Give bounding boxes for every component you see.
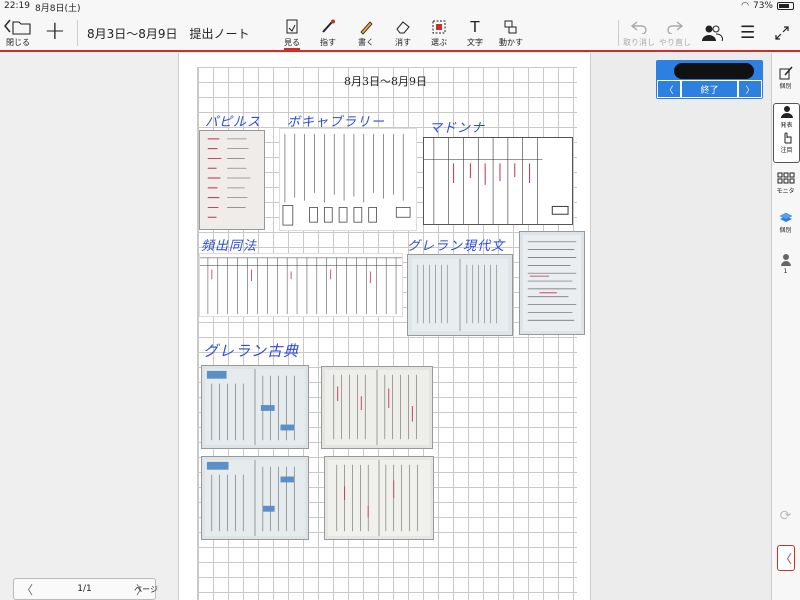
pointer-pen-icon	[320, 17, 336, 37]
add-button[interactable]: +	[44, 18, 66, 44]
presenter-end-button[interactable]: 終了	[681, 80, 738, 98]
tool-write[interactable]: 書く	[358, 17, 374, 48]
tool-label: 指す	[320, 38, 336, 47]
chevron-right-icon: 〉	[745, 85, 755, 96]
tool-label: 文字	[467, 38, 483, 47]
tool-label: 書く	[358, 38, 374, 47]
person-icon	[780, 252, 792, 268]
label-papyrus: パピルス	[205, 115, 262, 130]
expand-icon	[775, 23, 789, 43]
users-icon	[701, 23, 723, 43]
status-time: 22:19	[4, 1, 30, 11]
page-navigator: 〈 1/1 〉 ページ	[13, 578, 158, 600]
divider	[77, 20, 78, 46]
note-page[interactable]: 8月3日〜8月9日 パピルス ボキャブラリー マドンナ 頻出同法 グレラン現代文…	[178, 53, 591, 600]
sidebar-present-group: 発表 注目	[773, 103, 800, 163]
battery-percent: 73%	[752, 1, 773, 11]
presenter-panel: 〈 終了 〉	[656, 60, 763, 99]
hamburger-icon: ☰	[740, 23, 756, 43]
battery-icon	[777, 2, 794, 10]
label-madonna: マドンナ	[429, 121, 486, 136]
status-date: 8月8日(土)	[35, 4, 81, 14]
eye-doc-icon	[284, 17, 300, 37]
edit-note-icon	[779, 65, 793, 81]
label-green-modern: グレラン現代文	[407, 239, 506, 254]
status-bar: 22:19 8月8日(土) ◠ 73%	[0, 0, 800, 14]
plus-icon: +	[44, 16, 66, 46]
sidebar-item-attention[interactable]: 注目	[780, 145, 792, 154]
tool-label: 動かす	[499, 38, 523, 47]
presenter-name-redacted	[674, 63, 754, 79]
photo-green-modern-1[interactable]	[407, 254, 513, 336]
refresh-icon: ⟳	[779, 508, 792, 524]
redo-button[interactable]: やり直し	[659, 17, 691, 48]
tool-erase[interactable]: 消す	[395, 17, 411, 48]
note-heading: 8月3日〜8月9日	[344, 75, 427, 88]
sidebar-item-label: 個別	[779, 227, 792, 234]
chevron-left-icon: 〈	[779, 551, 792, 566]
sidebar-item-participants[interactable]: 1	[772, 252, 799, 275]
chevron-left-icon: 〈	[664, 85, 674, 96]
sidebar-item-present[interactable]: 発表	[780, 120, 792, 129]
wifi-icon: ◠	[741, 1, 749, 11]
presenter-next-button[interactable]: 〉	[738, 80, 762, 98]
presenter-prev-button[interactable]: 〈	[657, 80, 681, 98]
label-frequent: 頻出同法	[201, 239, 258, 254]
photo-vocabulary[interactable]	[279, 128, 417, 231]
tool-label: 見る	[284, 37, 300, 50]
redo-label: やり直し	[659, 38, 691, 47]
sidebar-item-label: モニタ	[776, 188, 795, 195]
users-button[interactable]	[701, 23, 723, 43]
redo-icon	[666, 17, 684, 37]
photo-green-classic-2[interactable]	[321, 366, 433, 449]
monitor-grid-icon	[777, 170, 795, 186]
photo-green-modern-2[interactable]	[519, 231, 585, 335]
undo-button[interactable]: 取り消し	[623, 17, 655, 48]
toolbar: 閉じる + 8月3日〜8月9日 提出ノート 見る 指す 書く 消す 選ぶ T 文…	[0, 14, 800, 52]
divider	[618, 20, 619, 46]
tool-move[interactable]: 動かす	[499, 17, 523, 48]
photo-green-classic-3[interactable]	[201, 456, 309, 540]
sync-button[interactable]: ⟳	[772, 508, 799, 524]
sidebar-item-label: 個別	[779, 83, 792, 90]
eraser-icon	[395, 17, 411, 37]
photo-papyrus[interactable]	[199, 130, 265, 230]
tool-select[interactable]: 選ぶ	[431, 17, 447, 48]
tool-text[interactable]: T 文字	[467, 17, 483, 48]
present-user-icon	[780, 104, 794, 120]
tool-label: 消す	[395, 38, 411, 47]
pencil-icon	[358, 17, 374, 37]
document-title: 8月3日〜8月9日 提出ノート	[87, 27, 250, 41]
canvas-background	[0, 53, 178, 600]
sidebar-item-individual-2[interactable]: 個別	[772, 209, 799, 234]
select-icon	[431, 17, 447, 37]
label-green-classic: グレラン古典	[203, 342, 300, 360]
tool-label: 選ぶ	[431, 38, 447, 47]
photo-green-classic-1[interactable]	[201, 365, 309, 449]
participant-count: 1	[783, 268, 788, 275]
photo-madonna[interactable]	[423, 137, 573, 225]
text-icon: T	[470, 18, 480, 36]
tool-view[interactable]: 見る	[284, 17, 300, 50]
tool-point[interactable]: 指す	[320, 17, 336, 48]
sidebar-collapse-button[interactable]: 〈	[777, 545, 795, 571]
photo-frequent[interactable]	[199, 253, 403, 317]
undo-label: 取り消し	[623, 38, 655, 47]
move-icon	[503, 17, 519, 37]
page-number: 1/1	[77, 584, 92, 594]
layers-icon	[778, 209, 794, 225]
sidebar-item-individual[interactable]: 個別	[772, 65, 799, 90]
prev-page-button[interactable]: 〈	[14, 581, 40, 598]
undo-icon	[630, 17, 648, 37]
expand-button[interactable]	[775, 23, 789, 43]
close-label: 閉じる	[6, 38, 30, 47]
close-button[interactable]: 閉じる	[4, 17, 32, 48]
back-folder-icon	[4, 17, 32, 37]
photo-green-classic-4[interactable]	[324, 456, 434, 540]
hand-attention-icon	[780, 129, 794, 145]
menu-button[interactable]: ☰	[740, 23, 755, 43]
page-label: ページ	[134, 585, 158, 594]
sidebar-item-monitor[interactable]: モニタ	[772, 170, 799, 195]
